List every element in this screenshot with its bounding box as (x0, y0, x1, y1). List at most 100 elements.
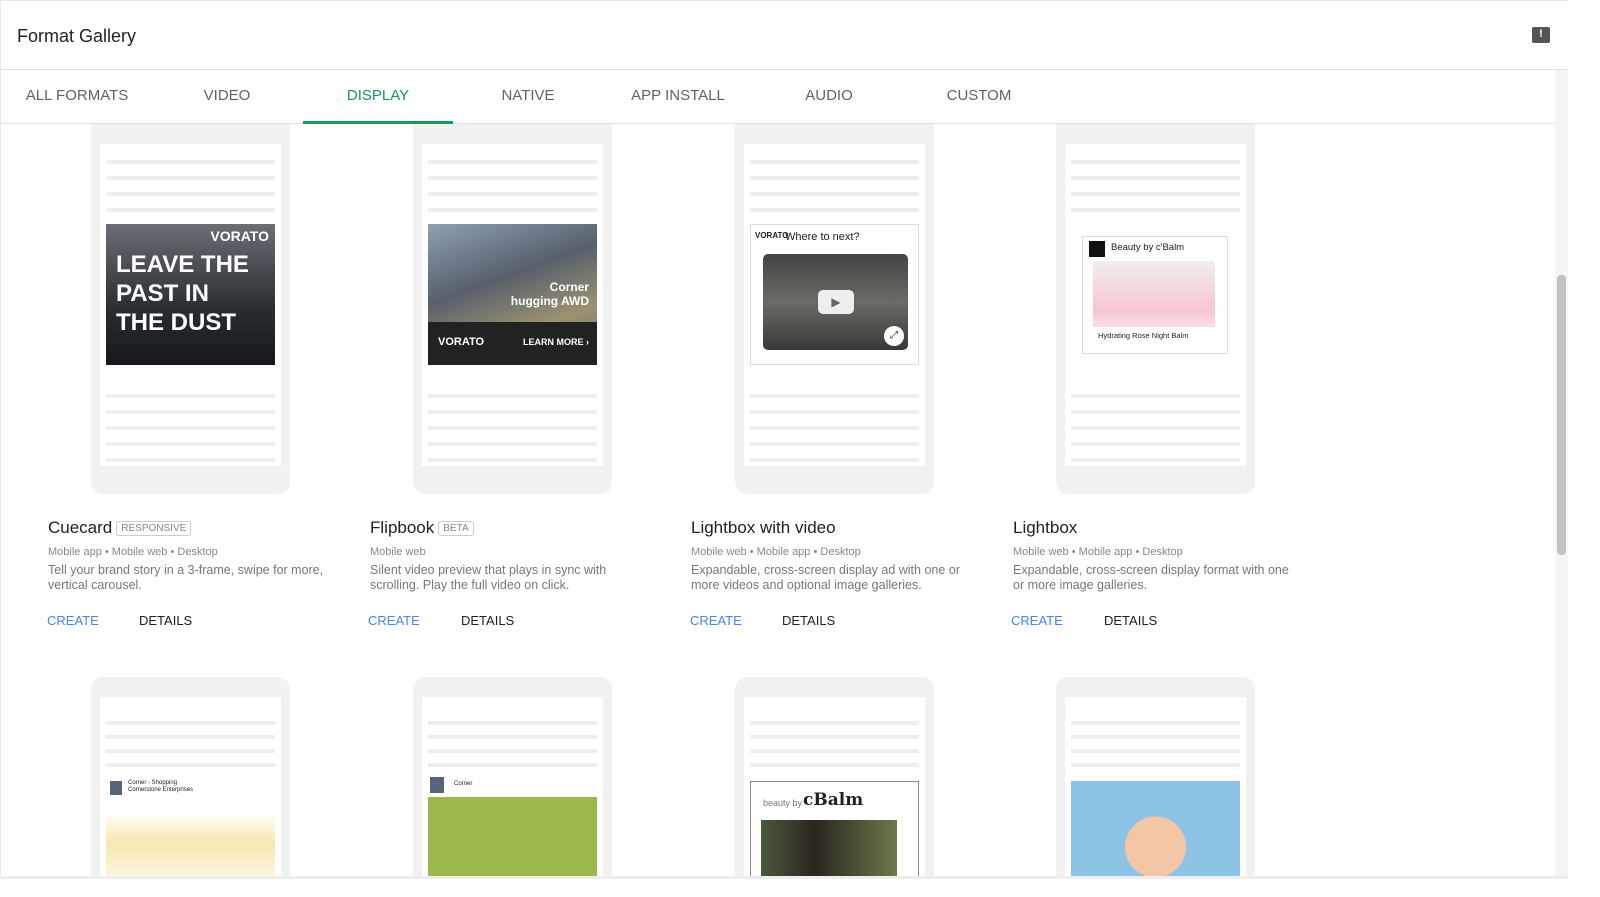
placeholder-line (750, 394, 919, 398)
placeholder-line (1071, 426, 1240, 430)
placeholder-line (1071, 749, 1240, 753)
phone-screen: Beauty by c'Balm Hydrating Rose Night Ba… (1065, 144, 1246, 466)
learn-more-button[interactable]: LEARN MORE › (523, 337, 589, 347)
video-thumbnail[interactable]: ▶ ⤢ (763, 254, 908, 350)
app-name: Corner - Shopping (128, 780, 178, 786)
lightbox-video-ad: VORATO Where to next? ▶ ⤢ (750, 224, 919, 365)
placeholder-line (106, 176, 275, 180)
model-photo (761, 820, 897, 876)
lightbox-details-button[interactable]: DETAILS (1104, 613, 1157, 628)
placeholder-line (750, 192, 919, 196)
placeholder-line (428, 394, 597, 398)
placeholder-line (750, 426, 919, 430)
card-platforms: Mobile app • Mobile web • Desktop (48, 546, 218, 558)
tab-all-formats[interactable]: ALL FORMATS (2, 70, 152, 124)
format-tabs: ALL FORMATS VIDEO DISPLAY NATIVE APP INS… (0, 70, 1555, 124)
lightbox-video-create-button[interactable]: CREATE (690, 613, 742, 628)
placeholder-line (750, 176, 919, 180)
cuecard-create-button[interactable]: CREATE (47, 613, 99, 628)
tab-native[interactable]: NATIVE (453, 70, 603, 124)
flipbook-create-button[interactable]: CREATE (368, 613, 420, 628)
placeholder-line (750, 208, 919, 212)
card-description: Expandable, cross-screen display ad with… (691, 563, 960, 592)
tab-display[interactable]: DISPLAY (303, 70, 453, 124)
format-preview[interactable]: beauty by cBalm (735, 677, 934, 876)
brand-logo: VORATO (755, 231, 789, 240)
placeholder-line (750, 735, 919, 739)
phone-screen: VORATO Where to next? ▶ ⤢ (744, 144, 925, 466)
format-preview[interactable]: Corner - Shopping Cornerstone Enterprises (91, 677, 290, 876)
placeholder-line (428, 458, 597, 462)
scrollbar[interactable] (1555, 70, 1568, 879)
placeholder-line (428, 721, 597, 725)
publisher-name: Cornerstone Enterprises (128, 787, 194, 793)
card-platforms: Mobile web • Mobile app • Desktop (1013, 546, 1183, 558)
placeholder-line (750, 721, 919, 725)
lightbox-video-preview[interactable]: VORATO Where to next? ▶ ⤢ (735, 124, 934, 494)
app-header: Format Gallery ! (0, 0, 1568, 70)
placeholder-line (1071, 208, 1240, 212)
brand-logo: cBalm (803, 790, 864, 810)
placeholder-line (750, 410, 919, 414)
cuecard-details-button[interactable]: DETAILS (139, 613, 192, 628)
tab-custom[interactable]: CUSTOM (904, 70, 1054, 124)
feedback-icon[interactable]: ! (1532, 27, 1550, 43)
format-grid: VORATO LEAVE THE PAST IN THE DUST Corner… (0, 124, 1555, 876)
placeholder-line (428, 749, 597, 753)
page-title: Format Gallery (17, 26, 137, 46)
ad-headline: LEAVE THE PAST IN THE DUST (116, 251, 249, 336)
placeholder-line (106, 410, 275, 414)
card-title: Lightbox with video (691, 518, 836, 537)
lightbox-video-details-button[interactable]: DETAILS (782, 613, 835, 628)
cuecard-preview[interactable]: VORATO LEAVE THE PAST IN THE DUST (91, 124, 290, 494)
expand-icon[interactable]: ⤢ (884, 326, 904, 346)
card-description: Tell your brand story in a 3-frame, swip… (48, 563, 324, 592)
card-title: Cuecard RESPONSIVE (48, 518, 192, 538)
placeholder-line (428, 176, 597, 180)
brand-logo: VORATO (438, 336, 485, 348)
beta-badge: BETA (438, 521, 474, 536)
tab-app-install[interactable]: APP INSTALL (603, 70, 753, 124)
placeholder-line (1071, 160, 1240, 164)
lightbox-create-button[interactable]: CREATE (1011, 613, 1063, 628)
tab-audio[interactable]: AUDIO (754, 70, 904, 124)
placeholder-line (106, 763, 275, 767)
phone-screen: Corner - Shopping Cornerstone Enterprises (100, 697, 281, 876)
app-name: Corner (454, 781, 473, 787)
placeholder-line (750, 160, 919, 164)
placeholder-line (1071, 458, 1240, 462)
app-icon (110, 781, 122, 795)
placeholder-line (750, 749, 919, 753)
flipbook-ad-image: Corner hugging AWD VORATO LEARN MORE › (428, 224, 597, 365)
phone-screen: Corner (422, 697, 603, 876)
placeholder-line (106, 394, 275, 398)
scrollbar-thumb[interactable] (1557, 275, 1566, 555)
card-platforms: Mobile web • Mobile app • Desktop (691, 546, 861, 558)
play-icon[interactable]: ▶ (818, 290, 854, 314)
card-title: Lightbox (1013, 518, 1078, 537)
format-preview[interactable] (1056, 677, 1255, 876)
format-preview[interactable]: Corner (413, 677, 612, 876)
placeholder-line (428, 208, 597, 212)
placeholder-line (106, 749, 275, 753)
brand-logo-icon (1089, 241, 1105, 257)
flipbook-details-button[interactable]: DETAILS (461, 613, 514, 628)
placeholder-line (428, 735, 597, 739)
placeholder-line (750, 763, 919, 767)
placeholder-line (106, 192, 275, 196)
ad-tagline: Corner hugging AWD (510, 280, 589, 308)
placeholder-line (1071, 192, 1240, 196)
placeholder-line (106, 735, 275, 739)
tab-video[interactable]: VIDEO (152, 70, 302, 124)
app-icon (430, 777, 444, 793)
placeholder-line (428, 763, 597, 767)
brand-small: beauty by (763, 798, 803, 808)
ad-image: Corner (428, 773, 597, 876)
flipbook-preview[interactable]: Corner hugging AWD VORATO LEARN MORE › (413, 124, 612, 494)
divider (0, 876, 1568, 879)
placeholder-line (106, 160, 275, 164)
card-description: Silent video preview that plays in sync … (370, 563, 607, 592)
placeholder-line (106, 458, 275, 462)
responsive-badge: RESPONSIVE (116, 521, 192, 536)
lightbox-preview[interactable]: Beauty by c'Balm Hydrating Rose Night Ba… (1056, 124, 1255, 494)
